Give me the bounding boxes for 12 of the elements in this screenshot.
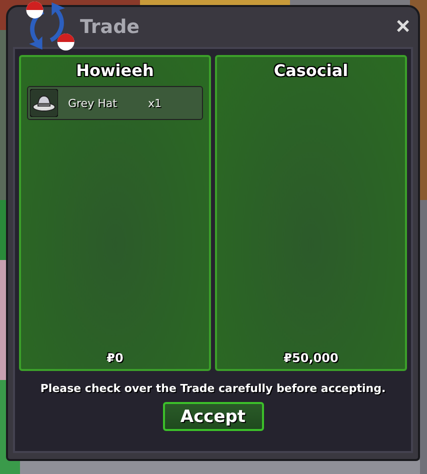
window-title: Trade [80, 16, 140, 38]
notice-text: Please check over the Trade carefully before accepting. [40, 382, 386, 395]
money-amount: ₽0 [106, 351, 124, 365]
player-name: Casocial [274, 61, 348, 80]
hat-icon [30, 89, 58, 117]
money-amount: ₽50,000 [284, 351, 338, 365]
item-row[interactable]: Grey Hat x1 [27, 86, 203, 120]
player-name: Howieeh [76, 61, 154, 80]
accept-button[interactable]: Accept [162, 402, 264, 431]
close-button[interactable]: × [392, 15, 414, 39]
item-quantity: x1 [148, 96, 162, 110]
item-name: Grey Hat [68, 96, 118, 110]
